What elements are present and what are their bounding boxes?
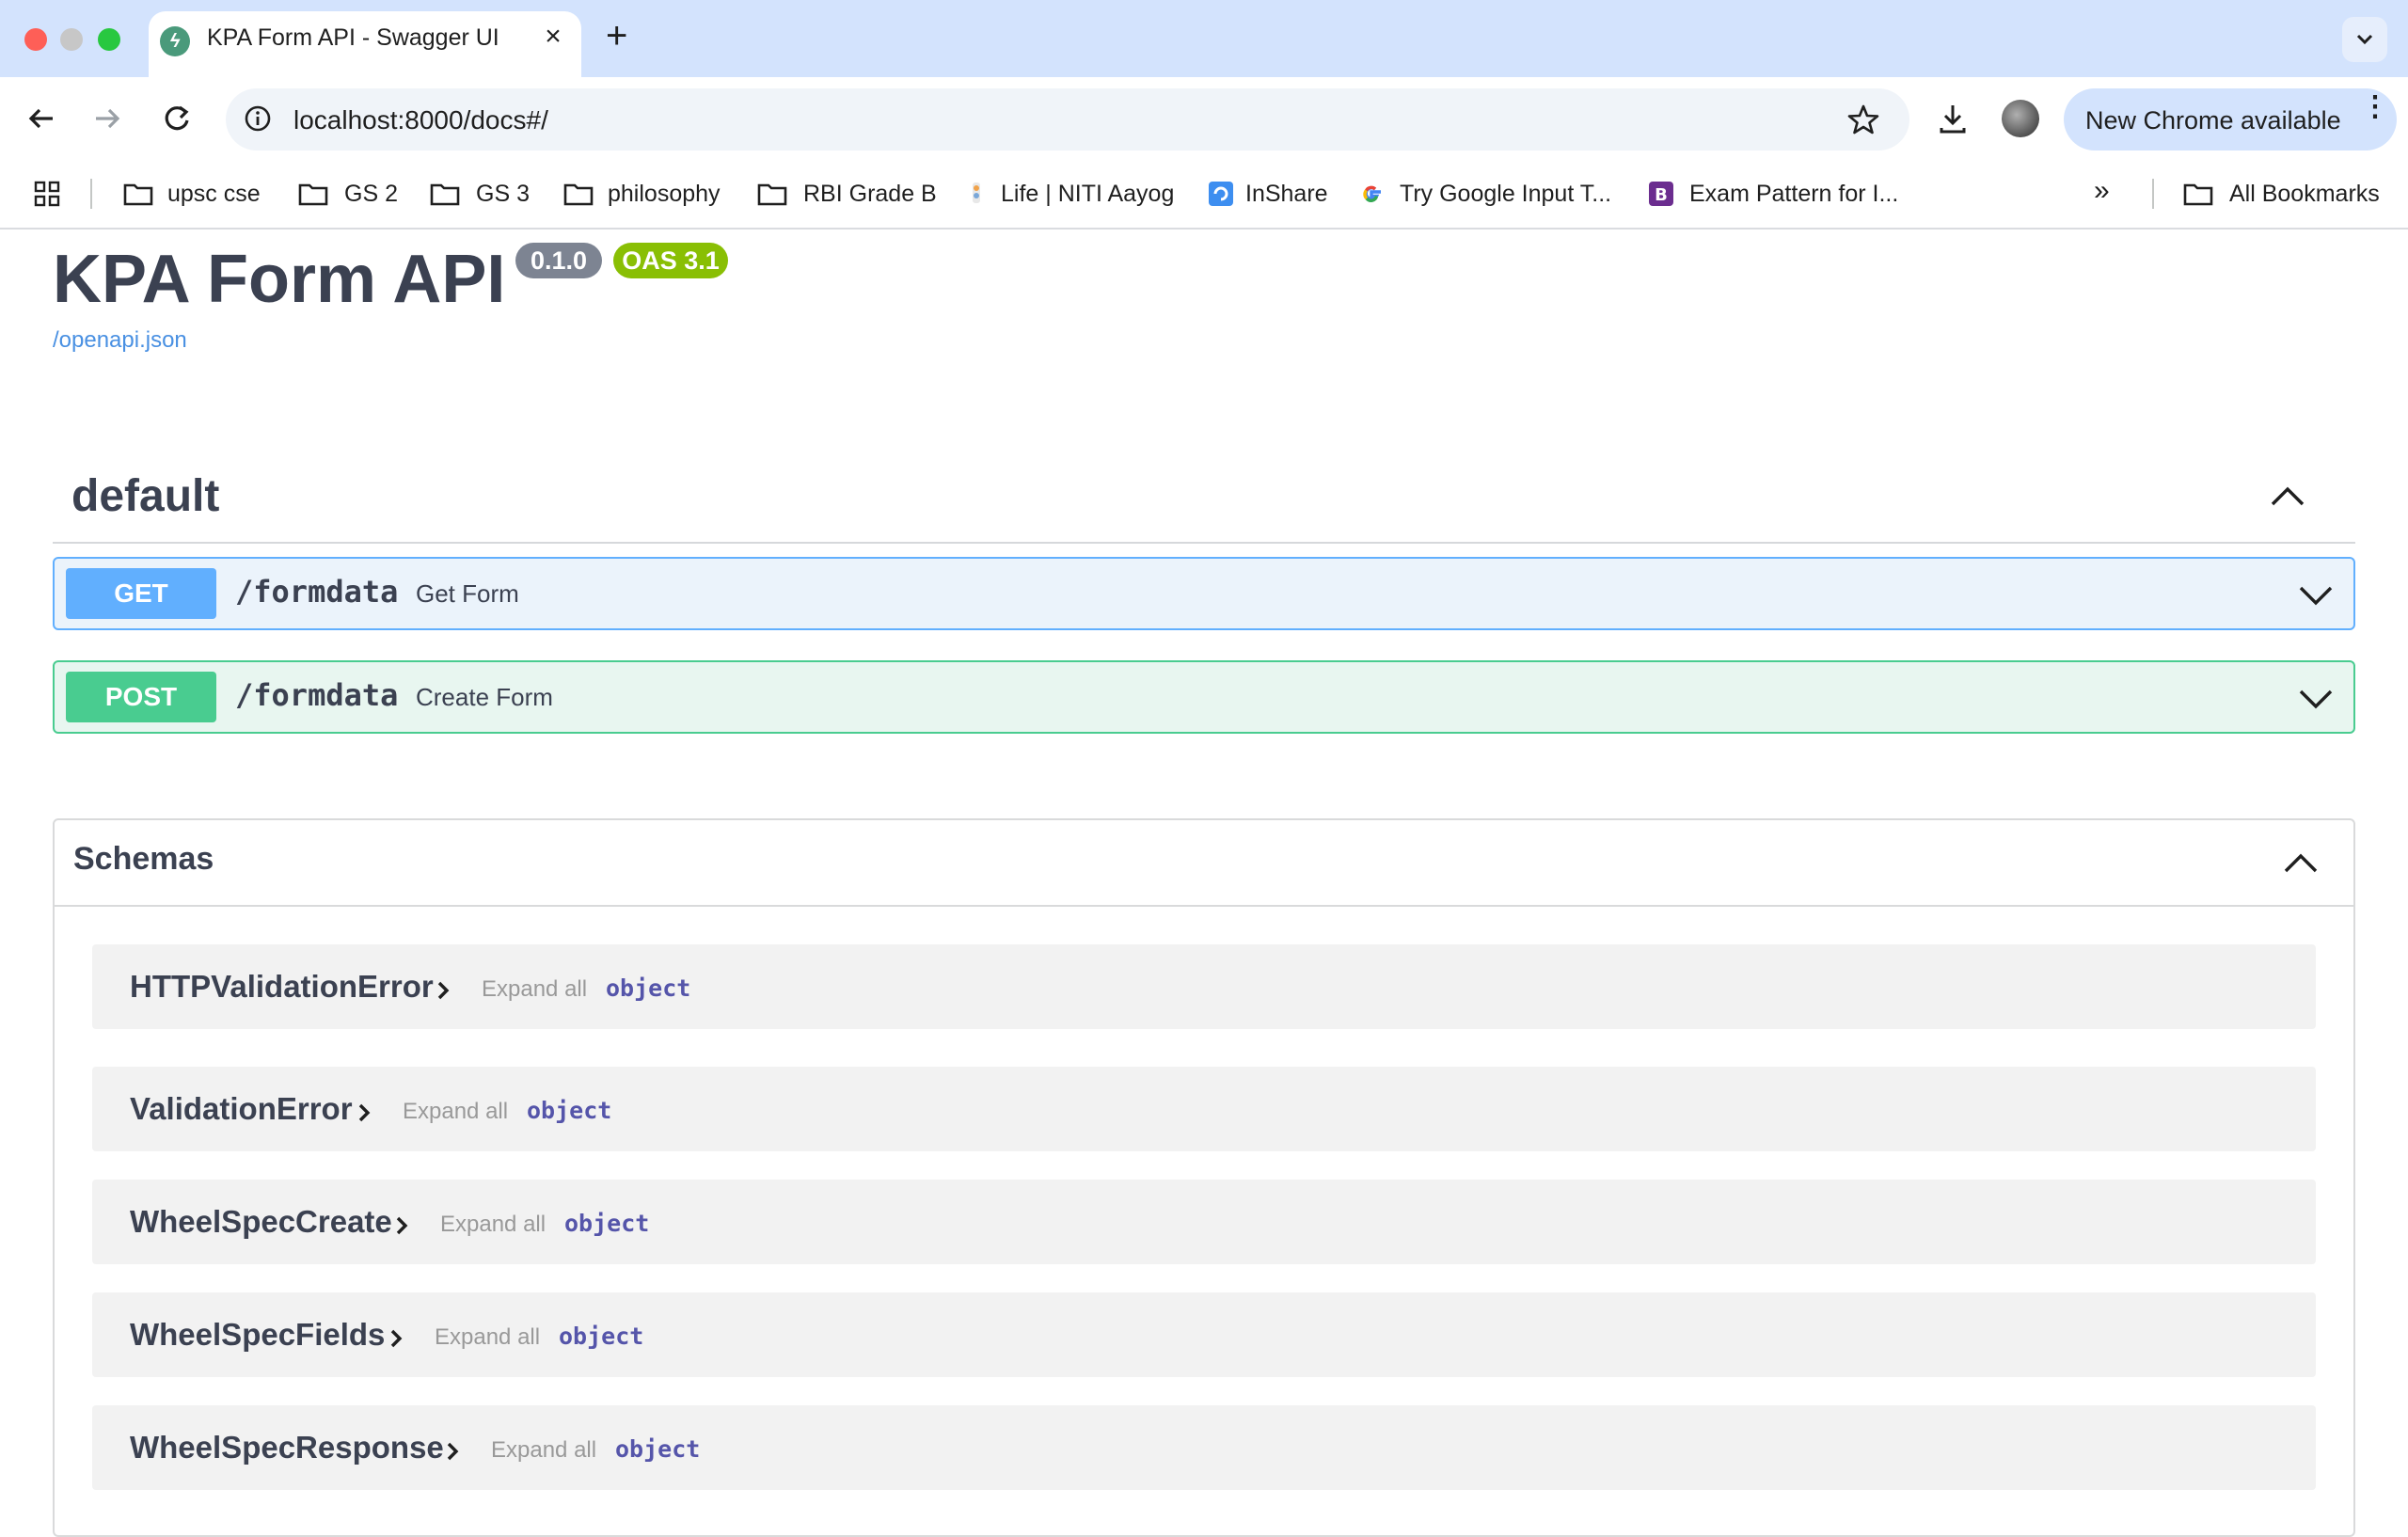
expand-all-button[interactable]: Expand all: [482, 976, 587, 1003]
bookmark-gs-2[interactable]: GS 2: [344, 181, 398, 208]
url-text[interactable]: localhost:8000/docs#/: [293, 105, 548, 135]
operation-path: /formdata: [235, 574, 399, 610]
maximize-window-button[interactable]: [98, 28, 120, 51]
model-wheelspecfields[interactable]: WheelSpecFields Expand all object: [92, 1292, 2316, 1377]
chevron-right-icon[interactable]: [354, 1101, 374, 1125]
method-badge-get: GET: [66, 568, 216, 619]
expand-all-button[interactable]: Expand all: [491, 1437, 596, 1464]
model-type: object: [559, 1323, 644, 1350]
update-label: New Chrome available: [2085, 106, 2341, 135]
bookmark-star-icon[interactable]: [1846, 102, 1881, 137]
folder-icon: [297, 179, 328, 209]
model-type: object: [606, 974, 691, 1002]
operation-summary: Create Form: [416, 683, 553, 711]
chevron-up-icon[interactable]: [2267, 476, 2308, 517]
bookmark-inshare[interactable]: InShare: [1245, 181, 1328, 208]
all-bookmarks[interactable]: All Bookmarks: [2229, 181, 2380, 208]
schemas-section: Schemas HTTPValidationError Expand all o…: [53, 818, 2355, 1537]
folder-icon: [2182, 179, 2213, 209]
folder-icon: [756, 179, 787, 209]
model-httpvalidationerror[interactable]: HTTPValidationError Expand all object: [92, 944, 2316, 1029]
operation-path: /formdata: [235, 677, 399, 713]
fastapi-favicon-icon: ϟ: [160, 26, 190, 56]
minimize-window-button[interactable]: [60, 28, 83, 51]
chevron-down-icon: [2356, 34, 2373, 45]
model-wheelspeccreate[interactable]: WheelSpecCreate Expand all object: [92, 1180, 2316, 1264]
chevron-right-icon[interactable]: [391, 1213, 412, 1238]
chevron-down-icon[interactable]: [2297, 679, 2335, 717]
opblock-get-formdata[interactable]: GET /formdata Get Form: [53, 557, 2355, 630]
schemas-header[interactable]: Schemas: [55, 820, 2353, 907]
new-tab-button[interactable]: +: [606, 15, 627, 57]
apps-grid-icon[interactable]: [32, 179, 62, 209]
model-name[interactable]: HTTPValidationError: [130, 969, 434, 1005]
bookmark-try-google-input[interactable]: Try Google Input T...: [1400, 181, 1611, 208]
bookmarks-overflow-icon[interactable]: »: [2094, 175, 2110, 207]
model-name[interactable]: WheelSpecCreate: [130, 1204, 392, 1240]
more-menu-icon[interactable]: ⋮: [2361, 93, 2389, 121]
opblock-post-formdata[interactable]: POST /formdata Create Form: [53, 660, 2355, 734]
model-type: object: [564, 1210, 650, 1237]
bookmark-rbi-grade-b[interactable]: RBI Grade B: [803, 181, 937, 208]
bookmark-philosophy[interactable]: philosophy: [608, 181, 721, 208]
reload-icon[interactable]: [156, 98, 198, 139]
site-favicon-icon: B: [1646, 179, 1676, 209]
tab-close-icon[interactable]: ×: [540, 21, 566, 53]
inshare-favicon-icon: [1206, 179, 1236, 209]
page-title: KPA Form API: [53, 242, 506, 317]
bookmark-life-niti-aayog[interactable]: Life | NITI Aayog: [1001, 181, 1174, 208]
bookmark-gs-3[interactable]: GS 3: [476, 181, 530, 208]
method-badge-post: POST: [66, 672, 216, 722]
forward-icon[interactable]: [87, 98, 128, 139]
model-type: object: [615, 1435, 701, 1463]
bookmark-exam-pattern[interactable]: Exam Pattern for I...: [1689, 181, 1898, 208]
model-name[interactable]: WheelSpecFields: [130, 1317, 385, 1353]
bookmarks-separator: [2152, 179, 2154, 209]
expand-all-button[interactable]: Expand all: [403, 1099, 508, 1125]
section-divider: [53, 542, 2355, 544]
version-badge: 0.1.0: [515, 243, 602, 278]
folder-icon: [429, 179, 460, 209]
profile-avatar[interactable]: [2002, 100, 2039, 137]
chevron-right-icon[interactable]: [442, 1439, 463, 1464]
section-title-default[interactable]: default: [71, 470, 219, 522]
oas-badge: OAS 3.1: [613, 243, 728, 278]
bookmarks-separator: [90, 179, 92, 209]
schemas-title: Schemas: [73, 841, 214, 877]
google-favicon-icon: [1356, 179, 1386, 209]
chevron-down-icon[interactable]: [2297, 576, 2335, 613]
operation-summary: Get Form: [416, 579, 519, 608]
site-info-icon[interactable]: [241, 102, 275, 135]
back-icon[interactable]: [21, 98, 62, 139]
expand-all-button[interactable]: Expand all: [435, 1324, 540, 1351]
tab-search-button[interactable]: [2342, 17, 2387, 62]
bookmark-upsc-cse[interactable]: upsc cse: [167, 181, 261, 208]
chevron-right-icon[interactable]: [433, 978, 453, 1003]
folder-icon: [562, 179, 594, 209]
niti-favicon-icon: [961, 179, 991, 209]
model-validationerror[interactable]: ValidationError Expand all object: [92, 1067, 2316, 1151]
expand-all-button[interactable]: Expand all: [440, 1212, 546, 1238]
model-type: object: [527, 1097, 612, 1124]
chevron-right-icon[interactable]: [386, 1326, 406, 1351]
folder-icon: [122, 179, 153, 209]
model-name[interactable]: WheelSpecResponse: [130, 1430, 444, 1466]
model-name[interactable]: ValidationError: [130, 1091, 353, 1127]
tab-title: KPA Form API - Swagger UI: [207, 24, 499, 51]
chevron-up-icon[interactable]: [2280, 843, 2321, 884]
svg-text:B: B: [1655, 185, 1668, 205]
close-window-button[interactable]: [24, 28, 47, 51]
download-icon[interactable]: [1934, 100, 1972, 137]
model-wheelspecresponse[interactable]: WheelSpecResponse Expand all object: [92, 1405, 2316, 1490]
openapi-json-link[interactable]: /openapi.json: [53, 327, 187, 354]
